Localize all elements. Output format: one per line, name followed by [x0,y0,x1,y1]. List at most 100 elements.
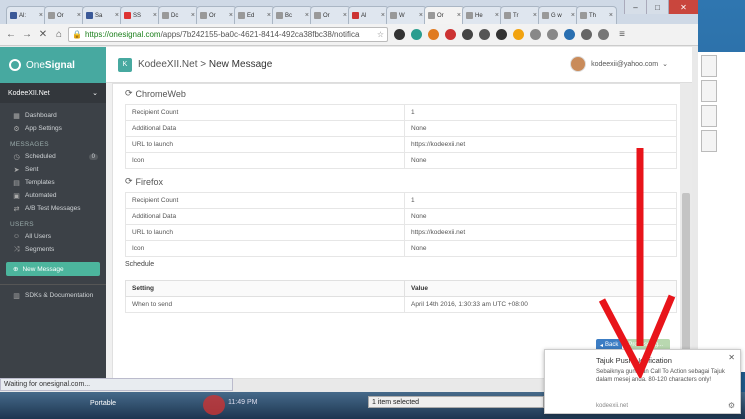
browser-tab[interactable]: Al: × [6,6,47,24]
file-thumbnail[interactable] [701,105,717,127]
user-menu[interactable]: kodeexii@yahoo.com ⌄ [570,56,668,72]
user-email: kodeexii@yahoo.com [591,60,659,68]
browser-tab[interactable]: Tr × [500,6,541,24]
tab-favicon-icon [10,12,17,19]
sidebar-item-scheduled[interactable]: ◷ Scheduled 0 [0,150,106,163]
browser-tab[interactable]: W × [386,6,427,24]
bookmark-star-icon[interactable]: ☆ [377,30,384,39]
sidebar-item-sdks[interactable]: ▥ SDKs & Documentation [0,289,106,302]
tab-close-icon[interactable]: × [609,12,613,19]
tab-close-icon[interactable]: × [457,12,461,19]
tab-close-icon[interactable]: × [495,12,499,19]
tab-close-icon[interactable]: × [343,12,347,19]
close-window-icon[interactable]: ✕ [668,0,698,14]
browser-tab[interactable]: Th × [576,6,617,24]
extension-icon[interactable] [513,29,524,40]
stop-loading-icon[interactable]: ✕ [36,28,50,42]
browser-tab[interactable]: Bc × [272,6,313,24]
tab-close-icon[interactable]: × [381,12,385,19]
extension-icon[interactable] [496,29,507,40]
browser-tab[interactable]: G w × [538,6,579,24]
brand-logo[interactable]: One Signal [0,47,106,83]
browser-tab[interactable]: SS × [120,6,161,24]
scrollbar-thumb[interactable] [682,193,690,363]
browser-tab[interactable]: Or × [424,6,465,24]
sidebar-item-label: SDKs & Documentation [25,292,94,299]
page-scrollbar[interactable] [680,83,692,379]
sidebar-item-sent[interactable]: ➤ Sent [0,163,106,176]
browser-tab[interactable]: Al × [348,6,389,24]
forward-arrow-icon[interactable]: → [20,28,34,42]
file-thumbnail[interactable] [701,80,717,102]
chevron-down-icon: ⌄ [92,90,98,97]
sidebar-item-app-settings[interactable]: ⚙ App Settings [0,122,106,135]
address-bar[interactable]: 🔒 https://onesignal.com /apps/7b242155-b… [68,27,388,42]
extension-icon[interactable] [564,29,575,40]
extension-icon[interactable] [581,29,592,40]
close-icon[interactable]: ✕ [728,353,735,362]
lock-icon: 🔒 [72,30,82,39]
sidebar-item-dashboard[interactable]: ▦ Dashboard [0,109,106,122]
browser-tab[interactable]: Or × [44,6,85,24]
file-thumbnail[interactable] [701,130,717,152]
tab-close-icon[interactable]: × [571,12,575,19]
sidebar-item-all-users[interactable]: ☺ All Users [0,230,106,243]
taskbar-label[interactable]: Portable [90,400,116,407]
tab-close-icon[interactable]: × [77,12,81,19]
tab-label: Or [209,12,216,19]
automated-icon: ▣ [13,192,20,200]
clock-icon: ◷ [13,153,20,161]
table-row: Additional Data None [125,208,677,225]
browser-tab[interactable]: Or × [310,6,351,24]
sidebar-item-segments[interactable]: ⤨ Segments [0,243,106,256]
extension-icon[interactable] [479,29,490,40]
browser-tab[interactable]: Dc × [158,6,199,24]
extension-icon[interactable] [445,29,456,40]
browser-tab[interactable]: Or × [196,6,237,24]
extension-icon[interactable] [428,29,439,40]
sidebar-item-label: Sent [25,166,39,173]
back-arrow-icon[interactable]: ← [4,28,18,42]
extension-icon[interactable] [394,29,405,40]
chromeweb-title: ChromeWeb [135,88,186,99]
tab-close-icon[interactable]: × [229,12,233,19]
minimize-icon[interactable]: – [624,0,646,14]
firefox-icon: ⟳ [125,176,133,186]
taskbar-app-icon[interactable] [203,395,225,415]
sidebar-item-a-b-test-messages[interactable]: ⇄ A/B Test Messages [0,202,106,215]
firefox-section-title: ⟳ Firefox [125,176,163,187]
tab-close-icon[interactable]: × [305,12,309,19]
breadcrumb-app[interactable]: KodeeXII.Net [138,59,197,70]
new-message-button[interactable]: ⊕ New Message [6,262,100,276]
browser-tab[interactable]: Ed × [234,6,275,24]
table-row: URL to launch https://kodeexii.net [125,136,677,153]
tab-close-icon[interactable]: × [533,12,537,19]
sidebar-item-templates[interactable]: ▤ Templates [0,176,106,189]
tab-close-icon[interactable]: × [419,12,423,19]
tab-close-icon[interactable]: × [191,12,195,19]
browser-tab[interactable]: He × [462,6,503,24]
sidebar-item-automated[interactable]: ▣ Automated [0,189,106,202]
home-icon[interactable]: ⌂ [52,28,66,42]
tab-close-icon[interactable]: × [153,12,157,19]
file-thumbnail[interactable] [701,55,717,77]
maximize-icon[interactable]: □ [646,0,668,14]
extension-icon[interactable] [462,29,473,40]
onesignal-logo-icon [9,59,21,71]
app-selector[interactable]: KodeeXII.Net ⌄ [0,83,106,103]
tab-close-icon[interactable]: × [115,12,119,19]
sidebar-item-label: App Settings [25,125,62,132]
gear-icon[interactable]: ⚙ [728,401,735,410]
extension-icon[interactable] [598,29,609,40]
tab-close-icon[interactable]: × [39,12,43,19]
extension-icon[interactable] [530,29,541,40]
browser-tab[interactable]: Sa × [82,6,123,24]
segments-icon: ⤨ [13,245,20,253]
template-icon: ▤ [13,179,20,187]
extension-icon[interactable] [547,29,558,40]
app-badge: K [118,57,132,72]
tab-close-icon[interactable]: × [267,12,271,19]
tab-favicon-icon [200,12,207,19]
extension-icon[interactable] [411,29,422,40]
menu-icon[interactable]: ≡ [615,28,629,42]
